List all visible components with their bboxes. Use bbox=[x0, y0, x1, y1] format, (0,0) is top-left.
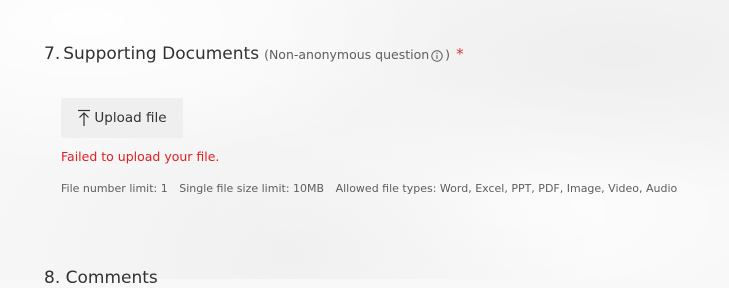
required-mark: * bbox=[456, 45, 464, 63]
allowed-file-types: Allowed file types: Word, Excel, PPT, PD… bbox=[335, 182, 678, 195]
page-background bbox=[0, 0, 729, 279]
question-title: Supporting Documents bbox=[63, 44, 260, 64]
upload-file-button[interactable]: Upload file bbox=[61, 98, 183, 138]
question-note: (Non-anonymous question ) bbox=[264, 47, 450, 62]
question-number: 7. bbox=[44, 44, 61, 64]
question-8: 8. Comments bbox=[44, 268, 158, 288]
file-size-limit: Single file size limit: 10MB bbox=[179, 182, 325, 195]
info-icon[interactable] bbox=[431, 49, 443, 62]
question-title-row: 7. Supporting Documents (Non-anonymous q… bbox=[44, 44, 704, 64]
next-question-number: 8. bbox=[44, 268, 61, 288]
upload-limits: File number limit: 1 Single file size li… bbox=[61, 182, 685, 195]
upload-icon bbox=[77, 109, 91, 127]
question-note-close: ) bbox=[445, 47, 451, 62]
upload-file-label: Upload file bbox=[94, 110, 167, 126]
upload-error-message: Failed to upload your file. bbox=[61, 149, 220, 164]
question-note-text: (Non-anonymous question bbox=[264, 47, 430, 62]
next-question-title: Comments bbox=[65, 268, 158, 288]
file-number-limit: File number limit: 1 bbox=[61, 182, 168, 195]
question-7: 7. Supporting Documents (Non-anonymous q… bbox=[44, 44, 704, 64]
